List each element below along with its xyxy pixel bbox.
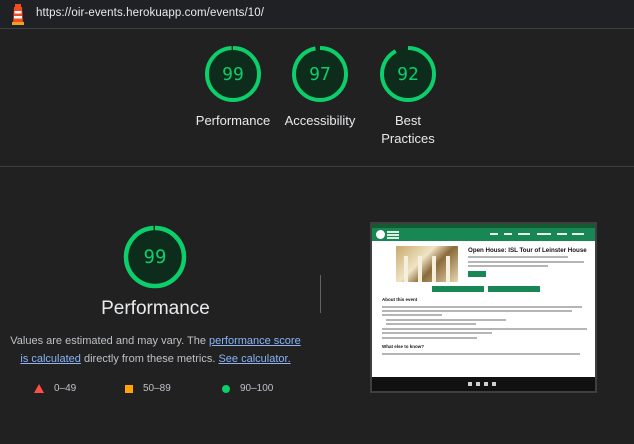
thumb-text-line: [386, 323, 476, 325]
gauge-label-accessibility: Accessibility: [284, 113, 356, 128]
thumb-text-line: [382, 328, 587, 330]
gauge-label-best-practices: Best Practices: [363, 112, 453, 148]
thumb-button: [488, 286, 540, 292]
gauge-score: 99: [222, 63, 244, 85]
legend-pass: 90–100: [222, 383, 273, 394]
thumb-about-heading: About this event: [382, 297, 418, 302]
thumb-text-line: [382, 306, 582, 308]
gauge-score: 92: [397, 63, 419, 85]
thumb-nav-item: [537, 233, 551, 235]
separator: [320, 275, 321, 313]
divider: [0, 166, 634, 167]
thumb-column: [404, 256, 408, 282]
score-note: Values are estimated and may vary. The p…: [10, 332, 301, 368]
category-title: Performance: [101, 298, 210, 319]
thumb-text-line: [386, 319, 506, 321]
triangle-icon: [34, 384, 44, 393]
thumb-nav-item: [490, 233, 498, 235]
gauge-label-line: Practices: [381, 131, 435, 146]
thumb-text-line: [382, 353, 580, 355]
legend-label: 0–49: [54, 383, 77, 394]
thumb-column: [418, 256, 422, 282]
thumb-column: [446, 256, 450, 282]
thumb-text-line: [382, 310, 572, 312]
thumb-button: [432, 286, 484, 292]
legend-label: 50–89: [143, 383, 171, 394]
thumb-text-line: [382, 337, 477, 339]
thumb-text-line: [468, 265, 548, 267]
thumb-event-image: [396, 246, 458, 282]
thumb-text-line: [382, 314, 442, 316]
thumb-button: [468, 271, 486, 277]
circle-icon: [222, 384, 230, 393]
thumb-social-icon: [492, 382, 496, 386]
thumb-social-icon: [484, 382, 488, 386]
gauge-label-line: Best: [394, 113, 421, 128]
divider: [0, 28, 634, 29]
thumb-nav-item: [557, 233, 567, 235]
thumb-text-line: [468, 261, 584, 263]
thumb-what-else-heading: What else to know?: [382, 344, 425, 349]
thumb-text-line: [382, 332, 492, 334]
screenshot-page: Open House: ISL Tour of Leinster House A…: [372, 224, 595, 391]
gauge-label-performance: Performance: [195, 113, 271, 128]
thumb-nav-item: [572, 233, 584, 235]
note-text: Values are estimated and may vary. The: [10, 335, 209, 347]
gauge-performance-large: 99: [122, 224, 188, 290]
calculator-link[interactable]: See calculator.: [218, 353, 290, 365]
url-bar: https://oir-events.herokuapp.com/events/…: [0, 0, 634, 28]
legend-label: 90–100: [240, 383, 274, 394]
thumb-nav-item: [504, 233, 512, 235]
thumb-social-icon: [476, 382, 480, 386]
gauge-accessibility[interactable]: 97: [290, 44, 350, 104]
legend-fail: 0–49: [34, 383, 76, 394]
thumb-event-title: Open House: ISL Tour of Leinster House: [468, 247, 587, 254]
final-screenshot[interactable]: Open House: ISL Tour of Leinster House A…: [370, 222, 597, 393]
thumb-logo-text: [387, 231, 399, 233]
note-text: directly from these metrics.: [80, 353, 219, 365]
thumb-social-icon: [468, 382, 472, 386]
lighthouse-icon: [12, 4, 24, 25]
gauge-score: 97: [309, 63, 331, 85]
legend-average: 50–89: [125, 383, 171, 394]
gauge-best-practices[interactable]: 92: [378, 44, 438, 104]
gauge-score: 99: [143, 246, 167, 268]
thumb-text-line: [468, 256, 568, 258]
square-icon: [125, 384, 133, 393]
thumb-logo-icon: [376, 230, 385, 239]
gauge-performance[interactable]: 99: [203, 44, 263, 104]
report-url[interactable]: https://oir-events.herokuapp.com/events/…: [36, 7, 264, 19]
thumb-nav-item: [518, 233, 530, 235]
thumb-column: [432, 256, 436, 282]
